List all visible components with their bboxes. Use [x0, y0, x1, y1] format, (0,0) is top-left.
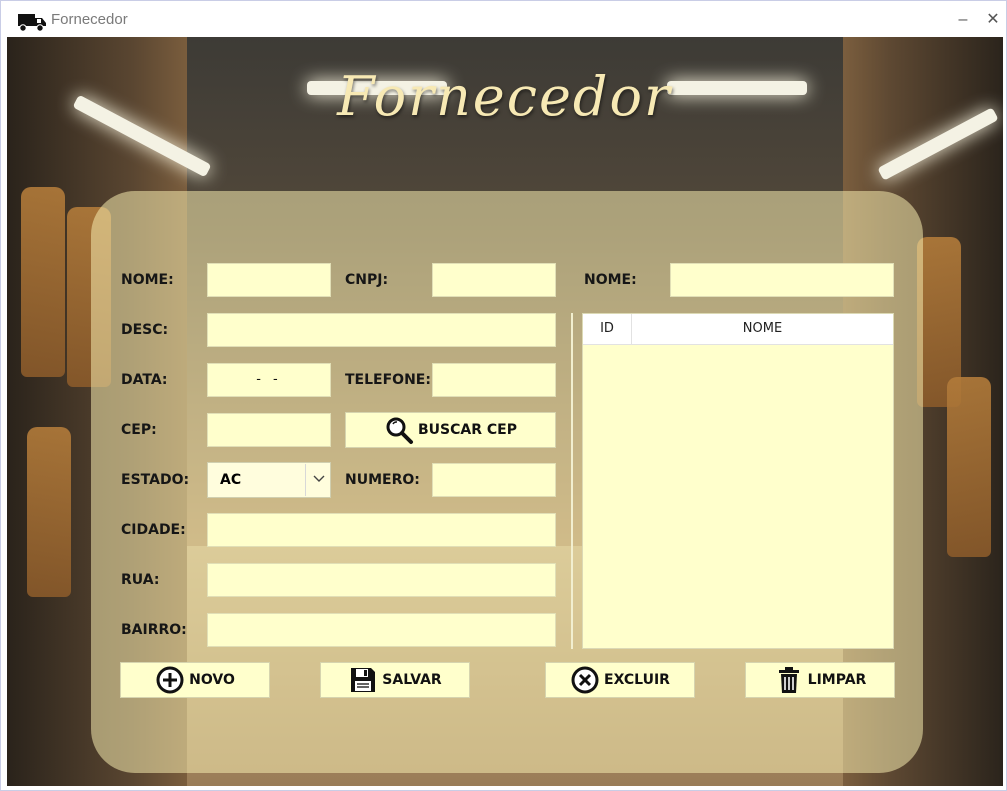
cep-input[interactable]	[208, 414, 330, 446]
telefone-field[interactable]	[432, 363, 556, 397]
salvar-button[interactable]: SALVAR	[320, 662, 470, 698]
cidade-input[interactable]	[208, 514, 555, 546]
nome-input[interactable]	[208, 264, 330, 296]
cep-field[interactable]	[207, 413, 331, 447]
cnpj-input[interactable]	[433, 264, 555, 296]
chevron-down-icon[interactable]	[312, 471, 326, 485]
cidade-label: CIDADE:	[121, 522, 186, 538]
column-header-nome[interactable]: NOME	[632, 314, 893, 344]
app-window: Fornecedor – ✕ Fornecedor NOME: CNPJ: DE…	[0, 0, 1007, 791]
desc-field[interactable]	[207, 313, 556, 347]
coat-decoration	[21, 187, 65, 377]
section-divider	[571, 313, 573, 649]
buscar-cep-button[interactable]: BUSCAR CEP	[345, 412, 556, 448]
estado-selected-value: AC	[220, 472, 242, 488]
telefone-input[interactable]	[433, 364, 555, 396]
salvar-label: SALVAR	[382, 672, 442, 688]
rua-field[interactable]	[207, 563, 556, 597]
rua-input[interactable]	[208, 564, 555, 596]
bairro-input[interactable]	[208, 614, 555, 646]
coat-decoration	[27, 427, 71, 597]
numero-field[interactable]	[432, 463, 556, 497]
numero-label: NUMERO:	[345, 472, 420, 488]
cnpj-field[interactable]	[432, 263, 556, 297]
x-circle-icon	[571, 666, 599, 694]
search-nome-field[interactable]	[670, 263, 894, 297]
page-title: Fornecedor	[337, 65, 672, 128]
cnpj-label: CNPJ:	[345, 272, 389, 288]
bairro-field[interactable]	[207, 613, 556, 647]
floppy-disk-icon	[351, 668, 376, 692]
desc-input[interactable]	[208, 314, 555, 346]
table-header: ID NOME	[583, 314, 893, 345]
data-mask-text: - -	[256, 372, 282, 387]
window-title: Fornecedor	[51, 11, 128, 28]
data-field[interactable]: - -	[207, 363, 331, 397]
truck-icon	[18, 14, 46, 32]
limpar-button[interactable]: LIMPAR	[745, 662, 895, 698]
fornecedor-table[interactable]: ID NOME	[582, 313, 894, 649]
coat-decoration	[947, 377, 991, 557]
novo-label: NOVO	[189, 672, 235, 688]
telefone-label: TELEFONE:	[345, 372, 431, 388]
cep-label: CEP:	[121, 422, 157, 438]
data-label: DATA:	[121, 372, 168, 388]
search-nome-label: NOME:	[584, 272, 637, 288]
column-header-id[interactable]: ID	[583, 314, 632, 344]
bairro-label: BAIRRO:	[121, 622, 187, 638]
nome-field[interactable]	[207, 263, 331, 297]
nome-label: NOME:	[121, 272, 174, 288]
minimize-button[interactable]: –	[949, 7, 977, 33]
trash-icon	[778, 667, 799, 693]
title-bar: Fornecedor – ✕	[1, 1, 1006, 37]
novo-button[interactable]: NOVO	[120, 662, 270, 698]
search-nome-input[interactable]	[671, 264, 893, 296]
cidade-field[interactable]	[207, 513, 556, 547]
limpar-label: LIMPAR	[807, 672, 867, 688]
magnifier-icon	[386, 417, 413, 444]
plus-circle-icon	[156, 666, 184, 694]
estado-select[interactable]: AC	[207, 462, 331, 498]
numero-input[interactable]	[433, 464, 555, 496]
desc-label: DESC:	[121, 322, 169, 338]
estado-label: ESTADO:	[121, 472, 190, 488]
excluir-button[interactable]: EXCLUIR	[545, 662, 695, 698]
select-separator	[305, 464, 306, 496]
excluir-label: EXCLUIR	[604, 672, 670, 688]
buscar-cep-label: BUSCAR CEP	[418, 422, 517, 438]
rua-label: RUA:	[121, 572, 160, 588]
close-button[interactable]: ✕	[979, 7, 1006, 33]
